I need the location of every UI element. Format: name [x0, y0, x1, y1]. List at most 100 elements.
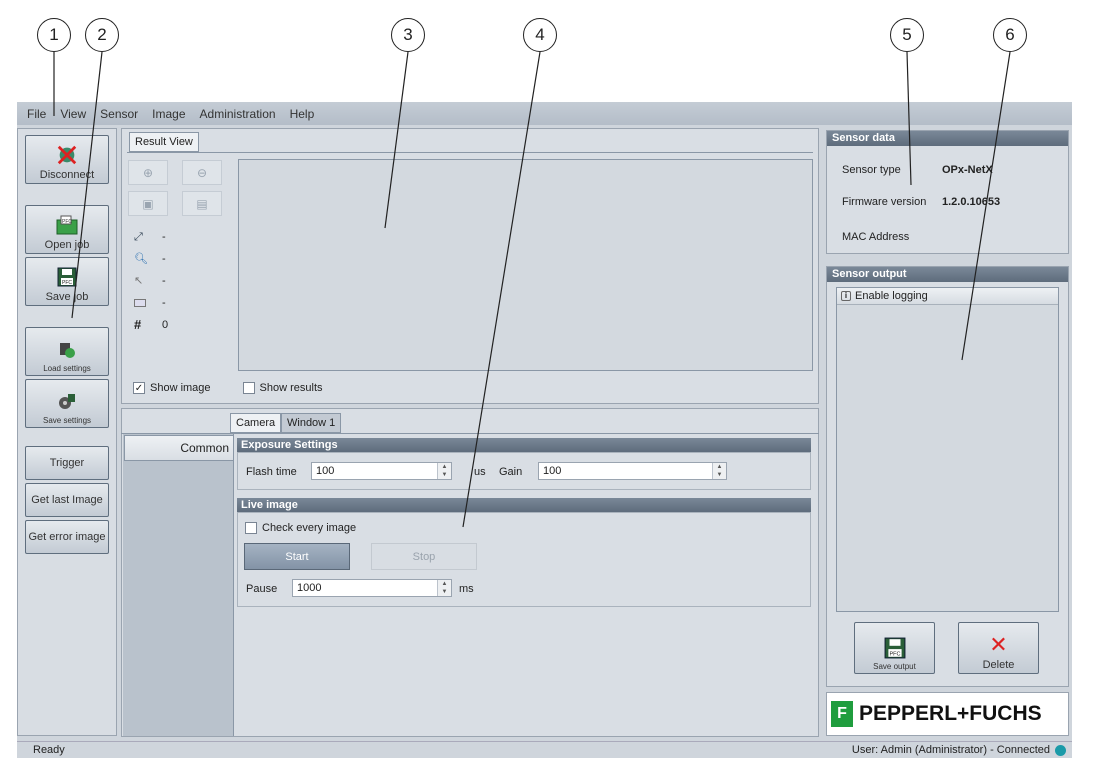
firmware-version-value: 1.2.0.10653: [942, 196, 1001, 208]
disconnect-icon: [56, 144, 78, 166]
tab-result-view[interactable]: Result View: [129, 132, 199, 152]
callout-3: 3: [391, 18, 425, 52]
show-image-label: Show image: [150, 382, 211, 394]
sensor-type-label: Sensor type: [842, 164, 901, 176]
save-settings-button[interactable]: Save settings: [25, 379, 109, 428]
menu-image[interactable]: Image: [152, 107, 185, 121]
brand-logo: F PEPPERL+FUCHS: [826, 692, 1069, 736]
original-size-icon: ▤: [196, 196, 208, 211]
gain-input[interactable]: 100 ▲ ▼: [538, 462, 727, 480]
live-image-header: Live image: [237, 498, 811, 512]
delete-button[interactable]: ✕ Delete: [958, 622, 1039, 674]
flash-time-unit: us: [474, 466, 486, 478]
tab-window-1[interactable]: Window 1: [281, 413, 342, 433]
connection-status-text: User: Admin (Administrator) - Connected: [851, 744, 1050, 756]
gain-spinner[interactable]: ▲ ▼: [712, 463, 726, 479]
menu-bar: File View Sensor Image Administration He…: [17, 102, 1072, 125]
stop-button[interactable]: Stop: [371, 543, 477, 570]
image-display-area[interactable]: [238, 159, 813, 371]
sidebar-item-common[interactable]: Common: [124, 435, 234, 461]
magnifier-icon: 🔍︎: [134, 253, 148, 265]
gain-label: Gain: [499, 466, 523, 478]
connection-status: User: Admin (Administrator) - Connected: [852, 744, 1066, 756]
stat-position-value: -: [162, 275, 166, 287]
menu-view[interactable]: View: [60, 107, 86, 121]
delete-icon: ✕: [989, 632, 1008, 657]
gain-value: 100: [543, 465, 562, 477]
check-every-image-option[interactable]: Check every image: [245, 522, 356, 534]
show-image-option[interactable]: ✓ Show image: [133, 382, 211, 394]
info-icon: i: [841, 291, 851, 301]
get-error-image-button[interactable]: Get error image: [25, 520, 109, 554]
show-results-option[interactable]: Show results: [242, 382, 323, 394]
settings-sidebar: [123, 434, 234, 736]
flash-time-input[interactable]: 100 ▲ ▼: [311, 462, 452, 480]
status-text: Ready: [33, 744, 65, 756]
show-results-label: Show results: [259, 382, 323, 394]
load-settings-icon: [56, 339, 78, 361]
tab-camera[interactable]: Camera: [230, 413, 282, 433]
result-view-options: ✓ Show image Show results: [133, 382, 323, 394]
disconnect-button[interactable]: Disconnect: [25, 135, 109, 184]
floppy-icon: PFC: [884, 637, 906, 659]
enable-logging-label: Enable logging: [855, 290, 928, 302]
fit-view-icon: ▣: [142, 196, 154, 211]
pause-spinner[interactable]: ▲ ▼: [437, 580, 451, 596]
load-settings-button[interactable]: Load settings: [25, 327, 109, 376]
show-results-checkbox[interactable]: [242, 382, 255, 394]
check-every-image-checkbox[interactable]: [245, 522, 257, 534]
enable-logging-row[interactable]: i Enable logging: [837, 288, 1058, 305]
menu-sensor[interactable]: Sensor: [100, 107, 138, 121]
sensor-output-log[interactable]: [836, 287, 1059, 612]
callout-6: 6: [993, 18, 1027, 52]
pause-label: Pause: [246, 583, 278, 595]
connected-indicator-icon: [1055, 744, 1066, 756]
callout-2: 2: [85, 18, 119, 52]
stat-size-value: -: [162, 231, 166, 243]
stat-count-value: 0: [162, 319, 169, 331]
open-job-button[interactable]: PFC Open job: [25, 205, 109, 254]
svg-text:PFC: PFC: [62, 219, 72, 225]
menu-administration[interactable]: Administration: [200, 107, 276, 121]
disconnect-label: Disconnect: [39, 169, 95, 181]
pf-logo-icon: F: [831, 701, 853, 727]
menu-file[interactable]: File: [27, 107, 46, 121]
start-button[interactable]: Start: [244, 543, 350, 570]
save-output-label: Save output: [873, 662, 916, 671]
exposure-settings-header: Exposure Settings: [237, 438, 811, 452]
sensor-type-value: OPx-NetX: [942, 164, 993, 176]
show-image-checkbox[interactable]: ✓: [133, 382, 145, 394]
stat-color-value: -: [162, 297, 166, 309]
callout-1: 1: [37, 18, 71, 52]
menu-help[interactable]: Help: [290, 107, 315, 121]
flash-time-value: 100: [316, 465, 335, 477]
check-every-image-label: Check every image: [262, 522, 357, 534]
firmware-version-label: Firmware version: [842, 196, 927, 208]
pause-value: 1000: [297, 582, 322, 594]
sensor-output-header: Sensor output: [827, 267, 1068, 282]
flash-time-label: Flash time: [246, 466, 297, 478]
status-bar: Ready User: Admin (Administrator) - Conn…: [17, 741, 1072, 758]
image-stats: ⤢ - 🔍︎ - ↖ - - #0: [134, 226, 168, 336]
svg-text:PFC: PFC: [889, 652, 900, 658]
zoom-out-icon: ⊖: [196, 165, 208, 180]
stat-zoom-value: -: [162, 253, 166, 265]
zoom-in-button[interactable]: ⊕: [128, 160, 168, 185]
fit-view-button[interactable]: ▣: [128, 191, 168, 216]
zoom-out-button[interactable]: ⊖: [182, 160, 222, 185]
trigger-button[interactable]: Trigger: [25, 446, 109, 480]
flash-time-spinner[interactable]: ▲ ▼: [437, 463, 451, 479]
save-settings-label: Save settings: [42, 416, 92, 425]
mac-address-label: MAC Address: [842, 231, 910, 243]
left-toolbar: Disconnect PFC Open job PFC Save job Loa…: [17, 128, 117, 736]
sensor-data-header: Sensor data: [827, 131, 1068, 146]
get-last-image-button[interactable]: Get last Image: [25, 483, 109, 517]
callout-5: 5: [890, 18, 924, 52]
save-output-button[interactable]: PFC Save output: [854, 622, 935, 674]
save-settings-icon: [56, 391, 78, 413]
pause-input[interactable]: 1000 ▲ ▼: [292, 579, 452, 597]
original-size-button[interactable]: ▤: [182, 191, 222, 216]
save-job-label: Save job: [45, 291, 89, 303]
save-job-button[interactable]: PFC Save job: [25, 257, 109, 306]
pause-unit: ms: [459, 583, 474, 595]
